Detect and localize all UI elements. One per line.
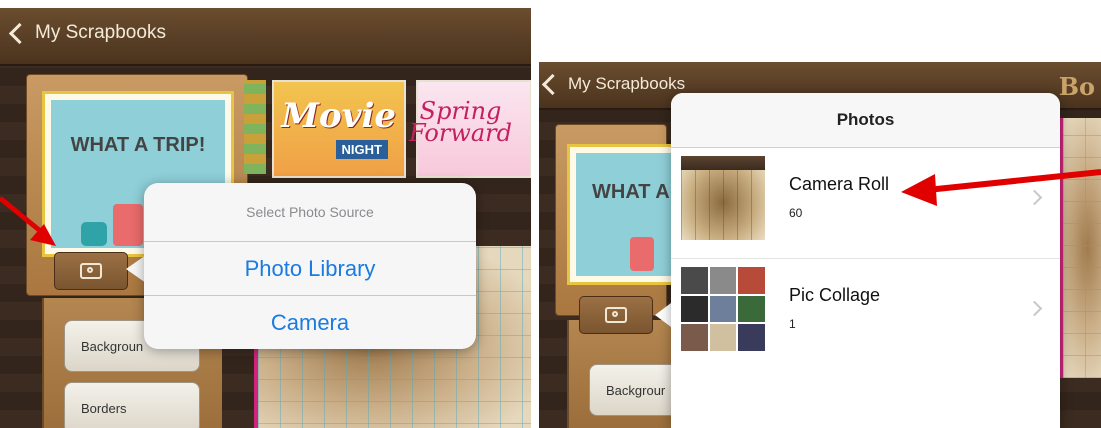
album-row-pic-collage[interactable]: Pic Collage 1 [671, 259, 1060, 369]
album-count: 60 [789, 206, 803, 220]
camera-option[interactable]: Camera [144, 296, 476, 349]
theme-thumb-partial[interactable] [244, 80, 266, 174]
map-page[interactable] [1059, 118, 1101, 378]
sidebar-item-borders[interactable]: Borders [64, 382, 200, 428]
movie-subtitle: NIGHT [335, 140, 388, 159]
album-name: Camera Roll [789, 174, 890, 194]
camera-button[interactable] [54, 252, 128, 290]
theme-thumb-spring-forward[interactable]: Spring Forward [409, 80, 531, 178]
movie-title: Movie [281, 96, 396, 136]
photo-source-popover: Select Photo Source Photo Library Camera [144, 183, 476, 349]
back-label: My Scrapbooks [568, 74, 686, 93]
theme-thumb-movie-night[interactable]: Movie NIGHT [272, 80, 406, 178]
camera-icon [605, 307, 627, 323]
scrapbook-title-partial: Bo [1058, 72, 1095, 101]
back-chevron-icon [541, 73, 564, 95]
trip-cover-title: WHAT A TRIP! [70, 134, 206, 156]
photos-popover: Photos Camera Roll 60 Pic Collage 1 [671, 93, 1060, 428]
spring-title: Spring Forward [409, 97, 512, 147]
disclosure-chevron-icon [1026, 300, 1043, 317]
popover-title: Photos [671, 93, 1060, 148]
album-row-camera-roll[interactable]: Camera Roll 60 [671, 148, 1060, 259]
album-name: Pic Collage [789, 285, 881, 305]
photo-library-option[interactable]: Photo Library [144, 242, 476, 296]
luggage-graphic [113, 204, 143, 246]
disclosure-chevron-icon [1026, 189, 1043, 206]
right-screen: My Scrapbooks Bo WHAT A Backgrour Photos… [539, 62, 1101, 428]
luggage-graphic [630, 237, 654, 271]
popover-title: Select Photo Source [144, 183, 476, 242]
album-thumbnail [681, 156, 765, 240]
popover-arrow [126, 255, 146, 283]
back-button[interactable]: My Scrapbooks [541, 73, 686, 95]
camera-icon [80, 263, 102, 279]
luggage-graphic [81, 222, 107, 246]
album-thumbnail [681, 267, 765, 351]
back-button[interactable]: My Scrapbooks [8, 22, 166, 44]
back-label: My Scrapbooks [35, 22, 166, 43]
nav-bar: My Scrapbooks [0, 8, 531, 66]
album-count: 1 [789, 317, 796, 331]
back-chevron-icon [8, 22, 31, 44]
sidebar-item-backgrounds[interactable]: Backgrour [589, 364, 679, 416]
camera-button[interactable] [579, 296, 653, 334]
popover-arrow [655, 303, 671, 327]
